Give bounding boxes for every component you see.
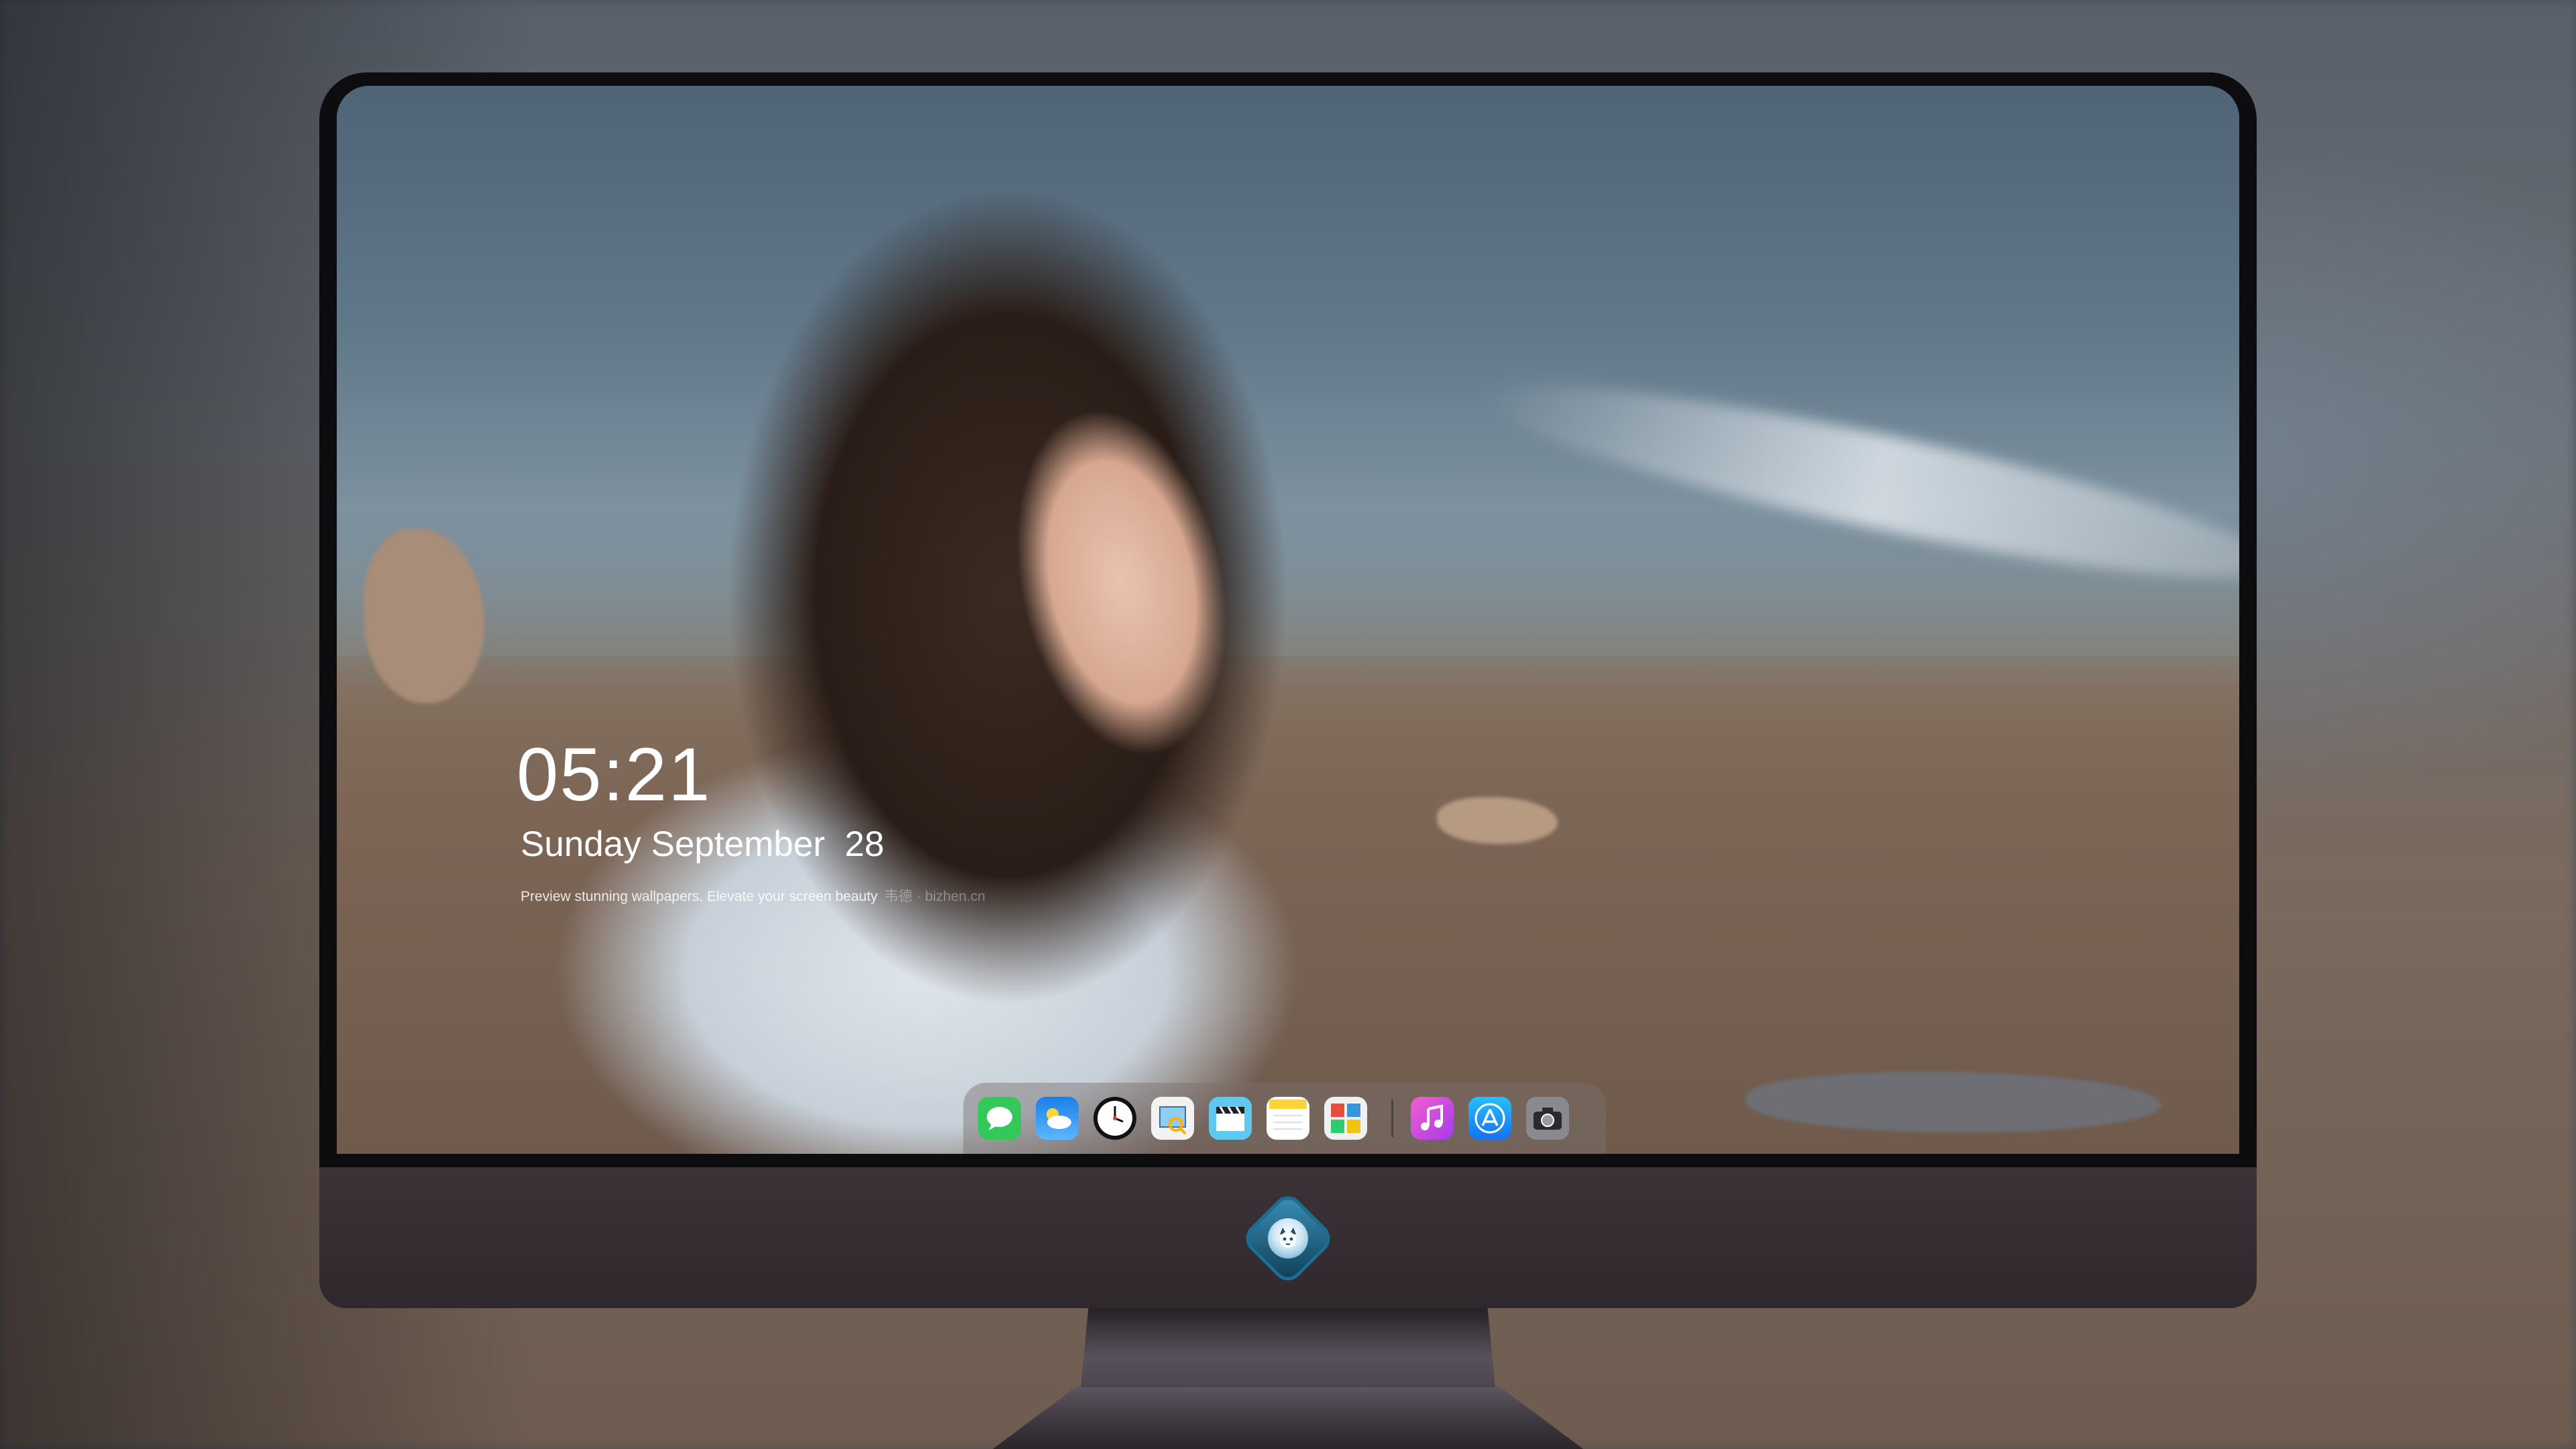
wallpaper-hair	[525, 113, 1397, 1154]
message-icon[interactable]	[978, 1097, 1021, 1140]
clock-icon[interactable]	[1093, 1097, 1136, 1140]
photo-booth-icon[interactable]	[1324, 1097, 1367, 1140]
tagline-text: Preview stunning wallpapers. Elevate you…	[521, 889, 878, 904]
lock-tagline: Preview stunning wallpapers. Elevate you…	[521, 885, 985, 906]
dock	[963, 1083, 1606, 1154]
monitor-stand-base	[993, 1387, 1583, 1449]
app-store-icon[interactable]	[1468, 1097, 1511, 1140]
lock-screen	[337, 86, 2239, 1154]
logo-face	[1268, 1218, 1308, 1258]
music-note-icon[interactable]	[1411, 1097, 1454, 1140]
monitor-stand-neck	[1080, 1308, 1496, 1395]
watermark-text: 韦德 · bizhen.cn	[884, 889, 985, 904]
clapperboard-icon[interactable]	[1209, 1097, 1252, 1140]
weather-icon[interactable]	[1036, 1097, 1079, 1140]
preview-icon[interactable]	[1151, 1097, 1194, 1140]
lock-date: Sunday September 28	[521, 824, 885, 864]
notes-icon[interactable]	[1267, 1097, 1309, 1140]
bezel-bottom	[319, 1154, 2257, 1167]
camera-icon[interactable]	[1526, 1097, 1569, 1140]
dock-separator	[1391, 1099, 1393, 1137]
lock-clock: 05:21	[517, 733, 712, 816]
